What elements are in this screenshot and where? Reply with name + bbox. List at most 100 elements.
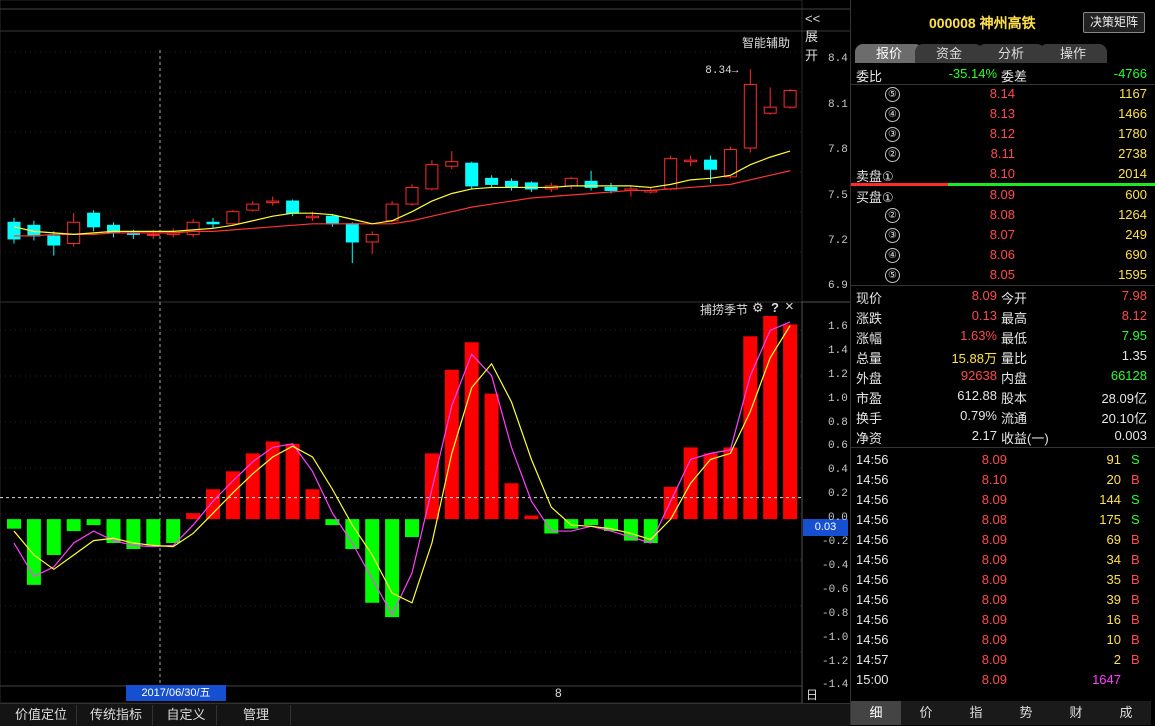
candle-body — [286, 200, 300, 214]
gear-icon[interactable]: ⚙ — [752, 300, 764, 316]
stat-label: 换手 — [856, 411, 883, 426]
sell-level-row[interactable]: ② 8.11 2738 — [851, 144, 1155, 164]
stock-code: 000008 神州高铁 — [929, 15, 1036, 31]
tick-price: 8.09 — [981, 612, 1007, 627]
tab-operation[interactable]: 操作 — [1039, 44, 1107, 63]
quote-header: 000008 神州高铁 决策矩阵 — [851, 0, 1155, 40]
decision-matrix-button[interactable]: 决策矩阵 — [1083, 12, 1145, 33]
indicator-bar — [345, 519, 360, 549]
stat-value: 28.09亿 — [1101, 391, 1147, 406]
tab-value-position[interactable]: 价值定位 — [6, 705, 77, 725]
buy-price: 8.05 — [989, 267, 1015, 282]
candle-body — [604, 186, 618, 191]
indicator-bar — [464, 342, 479, 520]
quote-bottom-tab[interactable]: 细 — [851, 701, 901, 725]
buy-level-row[interactable]: ④ 8.06 690 — [851, 245, 1155, 265]
sell-volume: 1466 — [1118, 106, 1147, 121]
indicator-bar — [723, 447, 738, 520]
tick-row: 14:57 8.09 2 B — [851, 650, 1155, 670]
indicator-bar — [26, 519, 41, 585]
tick-time: 14:56 — [856, 592, 889, 607]
stat-value: 7.98 — [1121, 288, 1147, 303]
tick-time: 14:56 — [856, 572, 889, 587]
stat-label: 涨幅 — [856, 331, 883, 346]
stat-value: 1.35 — [1121, 348, 1147, 363]
buy-volume: 690 — [1125, 247, 1147, 262]
stat-value: 20.10亿 — [1101, 411, 1147, 426]
stat-value: 8.09 — [971, 288, 997, 303]
buy-price: 8.08 — [989, 207, 1015, 222]
weicha-value: -4766 — [1113, 66, 1147, 81]
tick-volume: 16 — [1106, 612, 1121, 627]
stat-label: 流通 — [1001, 411, 1028, 426]
stat-value: 0.003 — [1114, 428, 1147, 443]
chart-canvas[interactable]: 8.34→ — [0, 0, 850, 703]
help-icon[interactable]: ? — [771, 300, 779, 315]
close-icon[interactable]: × — [785, 298, 794, 315]
sell-level-row[interactable]: ④ 8.13 1466 — [851, 104, 1155, 124]
stat-row: 换手 0.79% 流通 20.10亿 — [851, 406, 1155, 426]
buy-level-row[interactable]: ⑤ 8.05 1595 — [851, 265, 1155, 285]
tick-price: 8.09 — [981, 672, 1007, 687]
tick-time: 14:56 — [856, 472, 889, 487]
tab-funds[interactable]: 资金 — [915, 44, 983, 63]
buy-level-row[interactable]: ② 8.08 1264 — [851, 205, 1155, 225]
stat-row: 涨幅 1.63% 最低 7.95 — [851, 326, 1155, 346]
tab-manage[interactable]: 管理 — [222, 705, 291, 725]
tab-analysis[interactable]: 分析 — [977, 44, 1045, 63]
tick-row: 14:56 8.09 10 B — [851, 630, 1155, 650]
indicator-bar — [703, 453, 718, 520]
candle-body — [783, 89, 797, 108]
tick-time: 14:56 — [856, 452, 889, 467]
candle-body — [465, 162, 479, 187]
tick-side: B — [1131, 472, 1140, 487]
buy-level-row[interactable]: ③ 8.07 249 — [851, 225, 1155, 245]
buy-level-row[interactable]: 买盘① 8.09 600 — [851, 185, 1155, 205]
stat-label: 外盘 — [856, 371, 883, 386]
tick-price: 8.09 — [981, 532, 1007, 547]
stat-value: 2.17 — [971, 428, 997, 443]
sell-volume: 1780 — [1118, 126, 1147, 141]
stat-label: 最高 — [1001, 311, 1028, 326]
buy-price: 8.07 — [989, 227, 1015, 242]
tab-traditional-indicators[interactable]: 传统指标 — [80, 705, 153, 725]
stat-value: 612.88 — [957, 388, 997, 403]
quote-bottom-tab[interactable]: 势 — [1001, 701, 1051, 725]
tab-custom[interactable]: 自定义 — [156, 705, 217, 725]
tick-price: 8.09 — [981, 592, 1007, 607]
sell-level-row[interactable]: ⑤ 8.14 1167 — [851, 84, 1155, 104]
sell-level-row[interactable]: 卖盘① 8.10 2014 — [851, 164, 1155, 184]
tick-side: B — [1131, 612, 1140, 627]
stat-label: 股本 — [1001, 391, 1028, 406]
tick-row: 14:56 8.09 16 B — [851, 610, 1155, 630]
tab-quote[interactable]: 报价 — [855, 44, 923, 63]
quote-bottom-tab[interactable]: 成 — [1101, 701, 1151, 725]
stat-label: 现价 — [856, 291, 883, 306]
tick-row: 14:56 8.09 91 S — [851, 450, 1155, 470]
expand-button[interactable]: <<展开 — [805, 11, 820, 64]
tick-row: 14:56 8.09 35 B — [851, 570, 1155, 590]
tick-volume: 144 — [1099, 492, 1121, 507]
tick-price: 8.09 — [981, 572, 1007, 587]
quote-bottom-tab[interactable]: 价 — [901, 701, 951, 725]
candle-body — [87, 212, 101, 228]
stat-label: 量比 — [1001, 351, 1028, 366]
tick-row: 14:56 8.09 34 B — [851, 550, 1155, 570]
buy-level-label: ② — [885, 208, 900, 223]
quote-bottom-tab[interactable]: 财 — [1051, 701, 1101, 725]
assist-label[interactable]: 智能辅助 — [742, 34, 790, 51]
sell-level-row[interactable]: ③ 8.12 1780 — [851, 124, 1155, 144]
candle-body — [445, 161, 459, 167]
candle-body — [485, 177, 499, 185]
candle-body — [226, 211, 240, 225]
candle-body — [763, 106, 777, 114]
indicator-bar — [524, 515, 539, 520]
quote-bottom-tab[interactable]: 指 — [951, 701, 1001, 725]
tick-volume: 35 — [1106, 572, 1121, 587]
chart-area[interactable]: 8.34→ <<展开 智能辅助 捕捞季节 ⚙ ? × 0.03 2017/06/… — [0, 0, 850, 719]
tick-row: 14:56 8.10 20 B — [851, 470, 1155, 490]
candle-body — [524, 182, 538, 190]
candle-body — [584, 180, 598, 188]
candle-body — [306, 215, 319, 219]
weibi-label: 委比 — [856, 69, 883, 84]
